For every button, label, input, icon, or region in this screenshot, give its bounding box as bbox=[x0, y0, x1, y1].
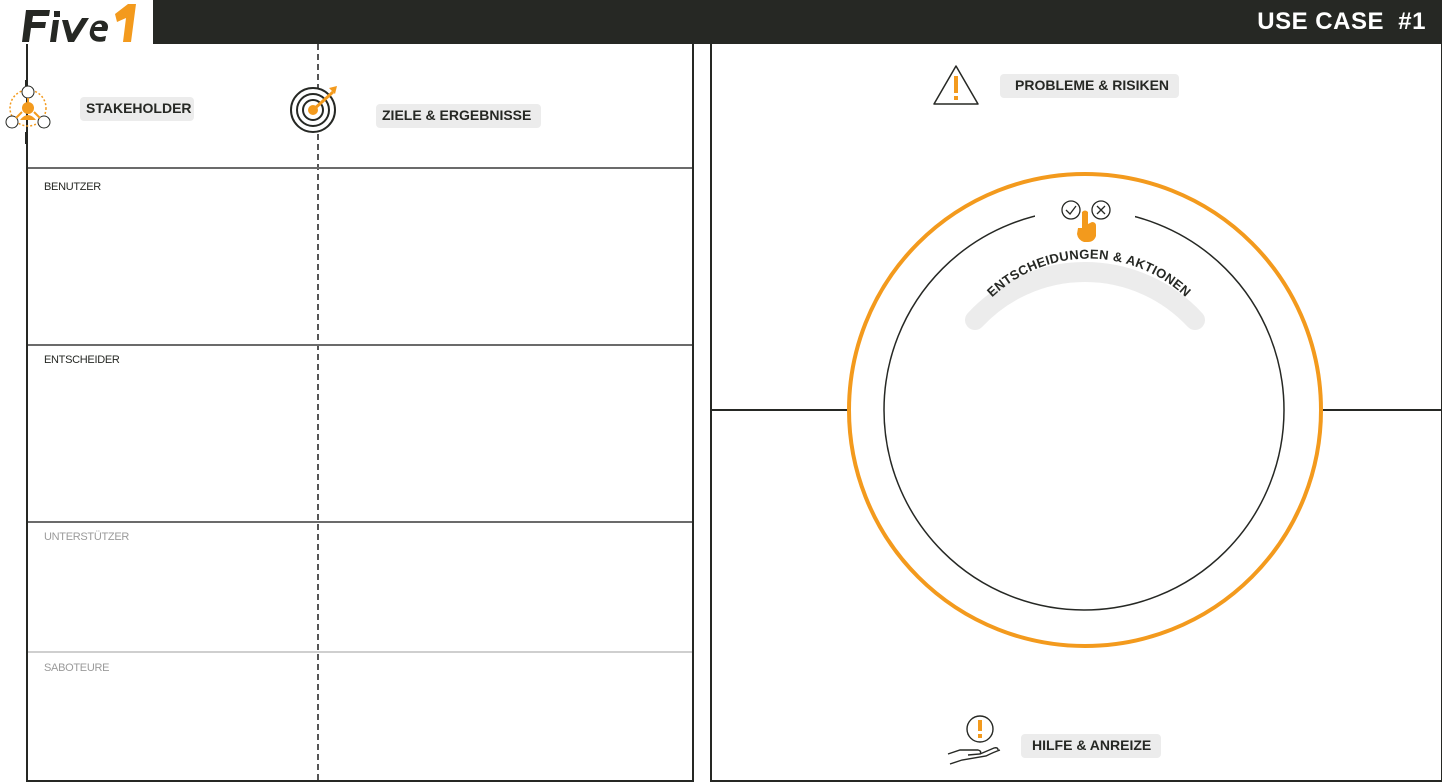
help-heading: HILFE & ANREIZE bbox=[1021, 734, 1161, 758]
decisions-label-layer: ENTSCHEIDUNGEN & AKTIONEN bbox=[984, 247, 1194, 300]
decisions-heading: ENTSCHEIDUNGEN & AKTIONEN bbox=[984, 247, 1194, 300]
help-hand-icon bbox=[947, 715, 1001, 765]
svg-text:ENTSCHEIDUNGEN & AKTIONEN: ENTSCHEIDUNGEN & AKTIONEN bbox=[984, 247, 1194, 300]
